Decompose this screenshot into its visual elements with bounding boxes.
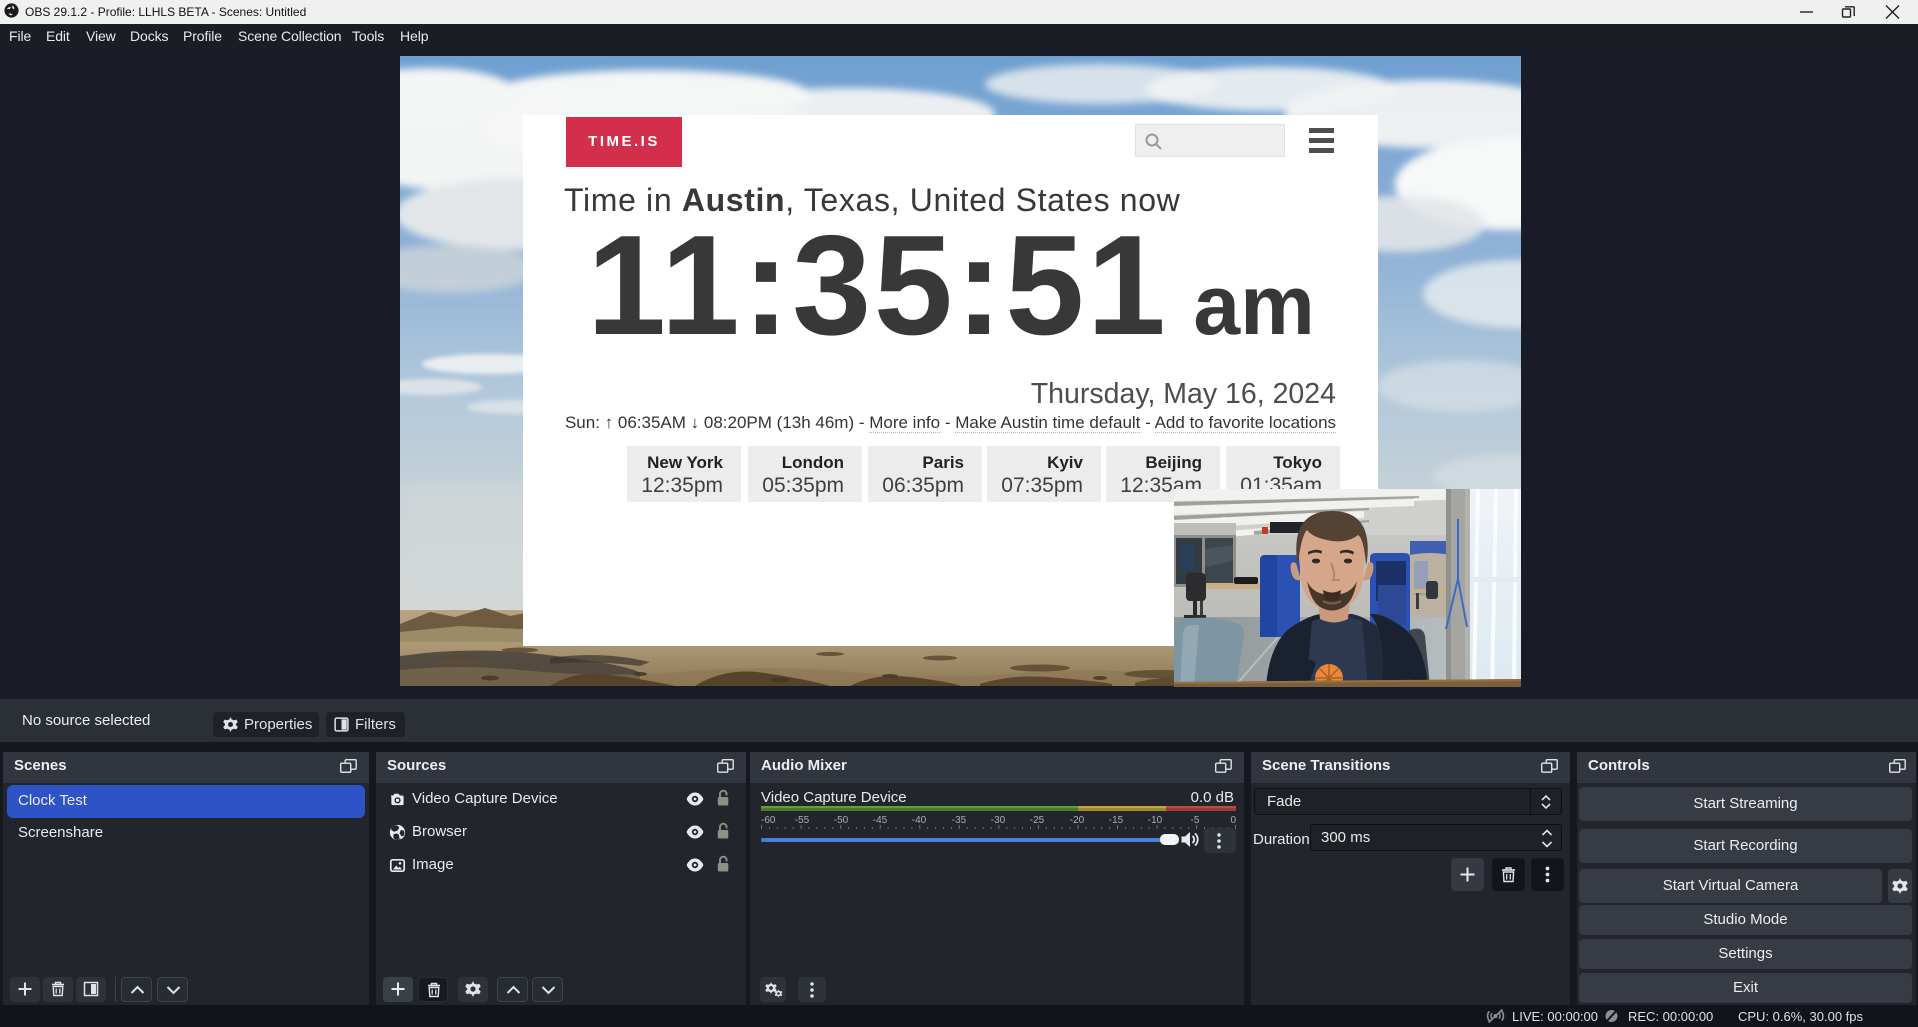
svg-text:-25: -25 [1030, 815, 1045, 826]
svg-text:-15: -15 [1109, 815, 1124, 826]
svg-text:-40: -40 [912, 815, 927, 826]
svg-text:-60: -60 [761, 815, 776, 826]
svg-text:-30: -30 [991, 815, 1006, 826]
svg-text:-5: -5 [1191, 815, 1200, 826]
svg-text:-45: -45 [873, 815, 888, 826]
svg-text:-35: -35 [952, 815, 967, 826]
svg-text:0: 0 [1230, 815, 1236, 826]
svg-text:-10: -10 [1148, 815, 1163, 826]
svg-text:-20: -20 [1070, 815, 1085, 826]
svg-text:-55: -55 [795, 815, 810, 826]
svg-text:-50: -50 [834, 815, 849, 826]
